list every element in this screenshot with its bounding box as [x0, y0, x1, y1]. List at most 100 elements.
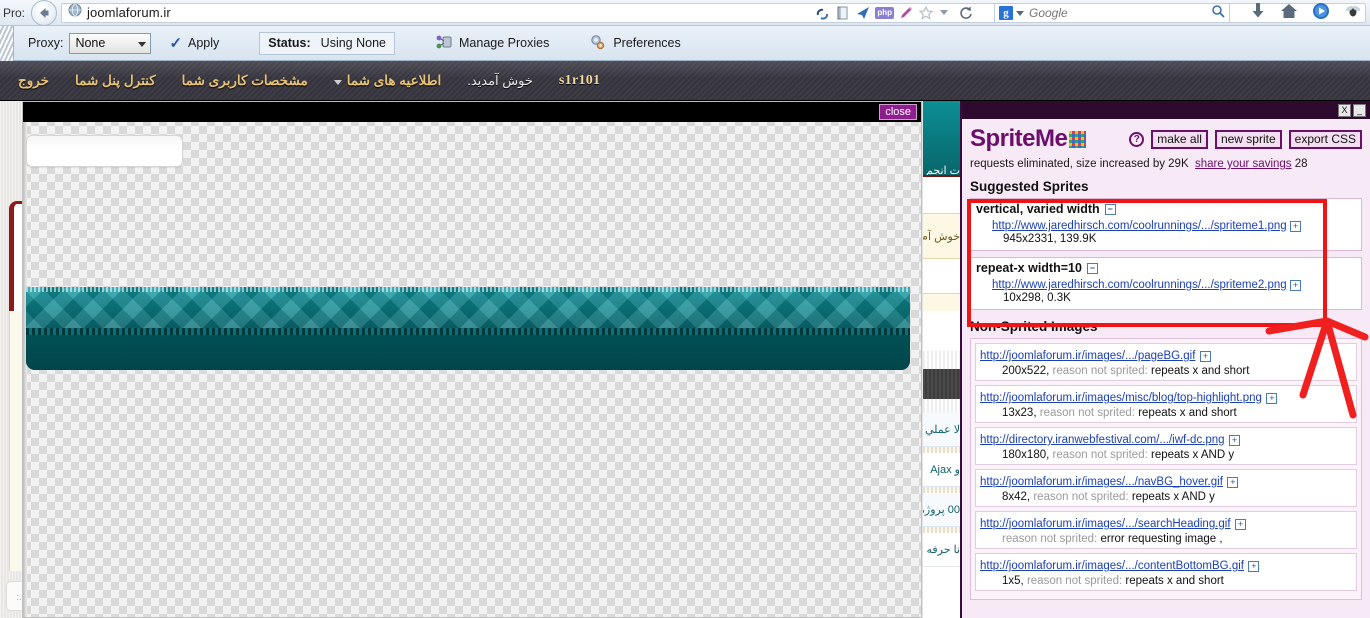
- home-icon[interactable]: [1280, 2, 1298, 25]
- minimize-icon[interactable]: _: [1353, 103, 1366, 117]
- expand-toggle-icon[interactable]: +: [1289, 280, 1301, 291]
- image-meta: 8x42, reason not sprited: repeats x AND …: [980, 491, 1352, 503]
- image-url-link[interactable]: http://joomlaforum.ir/images/misc/blog/t…: [980, 392, 1262, 404]
- sprite-url-link[interactable]: http://www.jaredhirsch.com/coolrunnings/…: [992, 279, 1287, 291]
- make-all-button[interactable]: make all: [1151, 129, 1208, 149]
- page-strip-text-6: نا حرفه: [926, 544, 961, 556]
- share-savings-link[interactable]: share your savings: [1195, 158, 1292, 170]
- non-sprited-images-title: Non-Sprited Images: [970, 319, 1098, 334]
- sprite-group: repeat-x width=10 − http://www.jaredhirs…: [970, 257, 1362, 310]
- pencil-icon[interactable]: [898, 5, 914, 21]
- image-url-link[interactable]: http://joomlaforum.ir/images/.../navBG_h…: [980, 476, 1223, 488]
- proxy-select-value: None: [75, 36, 106, 50]
- spriteme-summary: requests eliminated, size increased by 2…: [970, 158, 1362, 170]
- image-meta: 200x522, reason not sprited: repeats x a…: [980, 365, 1352, 377]
- help-question-icon[interactable]: ?: [1129, 131, 1145, 147]
- reason-label: reason not sprited:: [1052, 449, 1148, 461]
- page-strip-hatch-2: [923, 399, 962, 413]
- php-icon[interactable]: php: [875, 7, 894, 19]
- star-icon[interactable]: [918, 5, 934, 21]
- page-strip-cream-1: خوش آم: [923, 213, 962, 259]
- image-meta: 180x180, reason not sprited: repeats x A…: [980, 449, 1352, 461]
- chevron-down-icon: [138, 41, 147, 47]
- manage-proxies-button[interactable]: Manage Proxies: [435, 34, 549, 53]
- close-icon[interactable]: X: [1338, 103, 1351, 117]
- page-strip-white-2: [923, 259, 962, 293]
- reason-label: reason not sprited:: [1052, 365, 1148, 377]
- proxy-select[interactable]: None: [69, 32, 152, 54]
- nav-link-profile[interactable]: مشخصات کاربری شما: [182, 73, 308, 89]
- google-logo-icon: g: [999, 6, 1013, 20]
- checkmark-icon: ✓: [169, 35, 183, 52]
- nav-link-announcements-label: اطلاعیه های شما: [346, 72, 442, 88]
- image-url-link[interactable]: http://joomlaforum.ir/images/.../searchH…: [980, 518, 1231, 530]
- page-strip-hatch-1: [923, 351, 962, 369]
- sprite-group-header[interactable]: vertical, varied width −: [976, 202, 1356, 216]
- proxy-toolbar: Proxy: None ✓ Apply Status: Using None M…: [0, 25, 1370, 61]
- close-button[interactable]: close: [879, 104, 917, 120]
- apply-button[interactable]: ✓ Apply: [169, 34, 219, 52]
- summary-prefix: requests eliminated, size increased by 2…: [970, 158, 1189, 170]
- nav-link-logout[interactable]: خروج: [18, 73, 49, 89]
- media-play-icon[interactable]: [1312, 2, 1330, 25]
- page-strip-white-1: [923, 175, 962, 213]
- page-strip-white-3: [923, 311, 962, 351]
- image-url-link[interactable]: http://joomlaforum.ir/images/.../content…: [980, 560, 1244, 572]
- joomla-icon[interactable]: [815, 5, 831, 21]
- expand-toggle-icon[interactable]: +: [1289, 221, 1301, 232]
- preferences-button[interactable]: Preferences: [589, 34, 681, 53]
- globe-icon: [68, 3, 82, 22]
- expand-toggle-icon[interactable]: +: [1235, 519, 1247, 530]
- banner-top-zigzag: [26, 287, 910, 292]
- sprite-preview-scrollbar[interactable]: [23, 122, 27, 617]
- image-dimensions: 1x5,: [1002, 575, 1024, 587]
- image-url-link[interactable]: http://directory.iranwebfestival.com/...…: [980, 434, 1225, 446]
- new-sprite-button[interactable]: new sprite: [1214, 129, 1282, 149]
- suggested-sprites-title: Suggested Sprites: [970, 179, 1089, 194]
- bug-icon[interactable]: [1344, 3, 1362, 24]
- image-dimensions: 8x42,: [1002, 491, 1031, 503]
- page-strip-row-1[interactable]: لا عملي: [923, 413, 962, 447]
- nav-link-announcements[interactable]: اطلاعیه های شما: [333, 72, 442, 89]
- collapse-toggle-icon[interactable]: −: [1086, 262, 1098, 274]
- toolbar-grip[interactable]: [0, 25, 14, 61]
- search-input[interactable]: Google: [1029, 6, 1211, 20]
- page-strip-row-4[interactable]: نا حرفه: [923, 533, 962, 567]
- expand-toggle-icon[interactable]: +: [1248, 561, 1260, 572]
- search-bar[interactable]: g Google: [994, 3, 1230, 23]
- nav-link-control-panel[interactable]: کنترل پنل شما: [75, 73, 156, 89]
- sprite-group-header[interactable]: repeat-x width=10 −: [976, 261, 1356, 275]
- page-strip-text-5: 00 پروژه: [923, 504, 960, 516]
- preferences-label: Preferences: [613, 36, 681, 50]
- image-url-link[interactable]: http://joomlaforum.ir/images/.../pageBG.…: [980, 350, 1195, 362]
- sprite-group: vertical, varied width − http://www.jare…: [970, 198, 1362, 251]
- image-meta: 1x5, reason not sprited: repeats x and s…: [980, 575, 1352, 587]
- book-icon[interactable]: [835, 5, 851, 21]
- magnifier-icon[interactable]: [1211, 4, 1225, 23]
- reason-text: repeats x and short: [1151, 365, 1250, 377]
- url-text: joomlaforum.ir: [87, 5, 171, 20]
- paper-plane-icon[interactable]: [855, 5, 871, 21]
- expand-toggle-icon[interactable]: +: [1229, 435, 1241, 446]
- expand-toggle-icon[interactable]: +: [1227, 477, 1239, 488]
- image-dimensions: 180x180,: [1002, 449, 1050, 461]
- manage-proxies-label: Manage Proxies: [459, 36, 550, 50]
- page-strip-row-3[interactable]: 00 پروژه: [923, 493, 962, 527]
- page-strip-row-2[interactable]: و Ajax: [923, 453, 962, 487]
- sprite-link-row: http://www.jaredhirsch.com/coolrunnings/…: [976, 279, 1356, 291]
- back-button[interactable]: [31, 0, 57, 26]
- sprite-preview-titlebar: close: [23, 102, 921, 122]
- sprite-url-link[interactable]: http://www.jaredhirsch.com/coolrunnings/…: [992, 220, 1287, 232]
- pro-label: Pro:: [3, 5, 26, 20]
- expand-toggle-icon[interactable]: +: [1199, 351, 1211, 362]
- spriteme-titlebar: X _: [962, 101, 1370, 119]
- collapse-toggle-icon[interactable]: −: [1104, 203, 1116, 215]
- search-engine-caret-icon[interactable]: [1016, 4, 1024, 22]
- chevron-down-icon[interactable]: [938, 5, 954, 21]
- export-css-button[interactable]: export CSS: [1288, 129, 1362, 149]
- reload-icon[interactable]: [958, 5, 974, 21]
- download-icon[interactable]: [1250, 2, 1266, 25]
- page-right-strip: ت انجم خوش آم لا عملي و Ajax 00 پروژه: [922, 101, 962, 618]
- page-strip-text-4: و Ajax: [930, 464, 960, 476]
- expand-toggle-icon[interactable]: +: [1266, 393, 1278, 404]
